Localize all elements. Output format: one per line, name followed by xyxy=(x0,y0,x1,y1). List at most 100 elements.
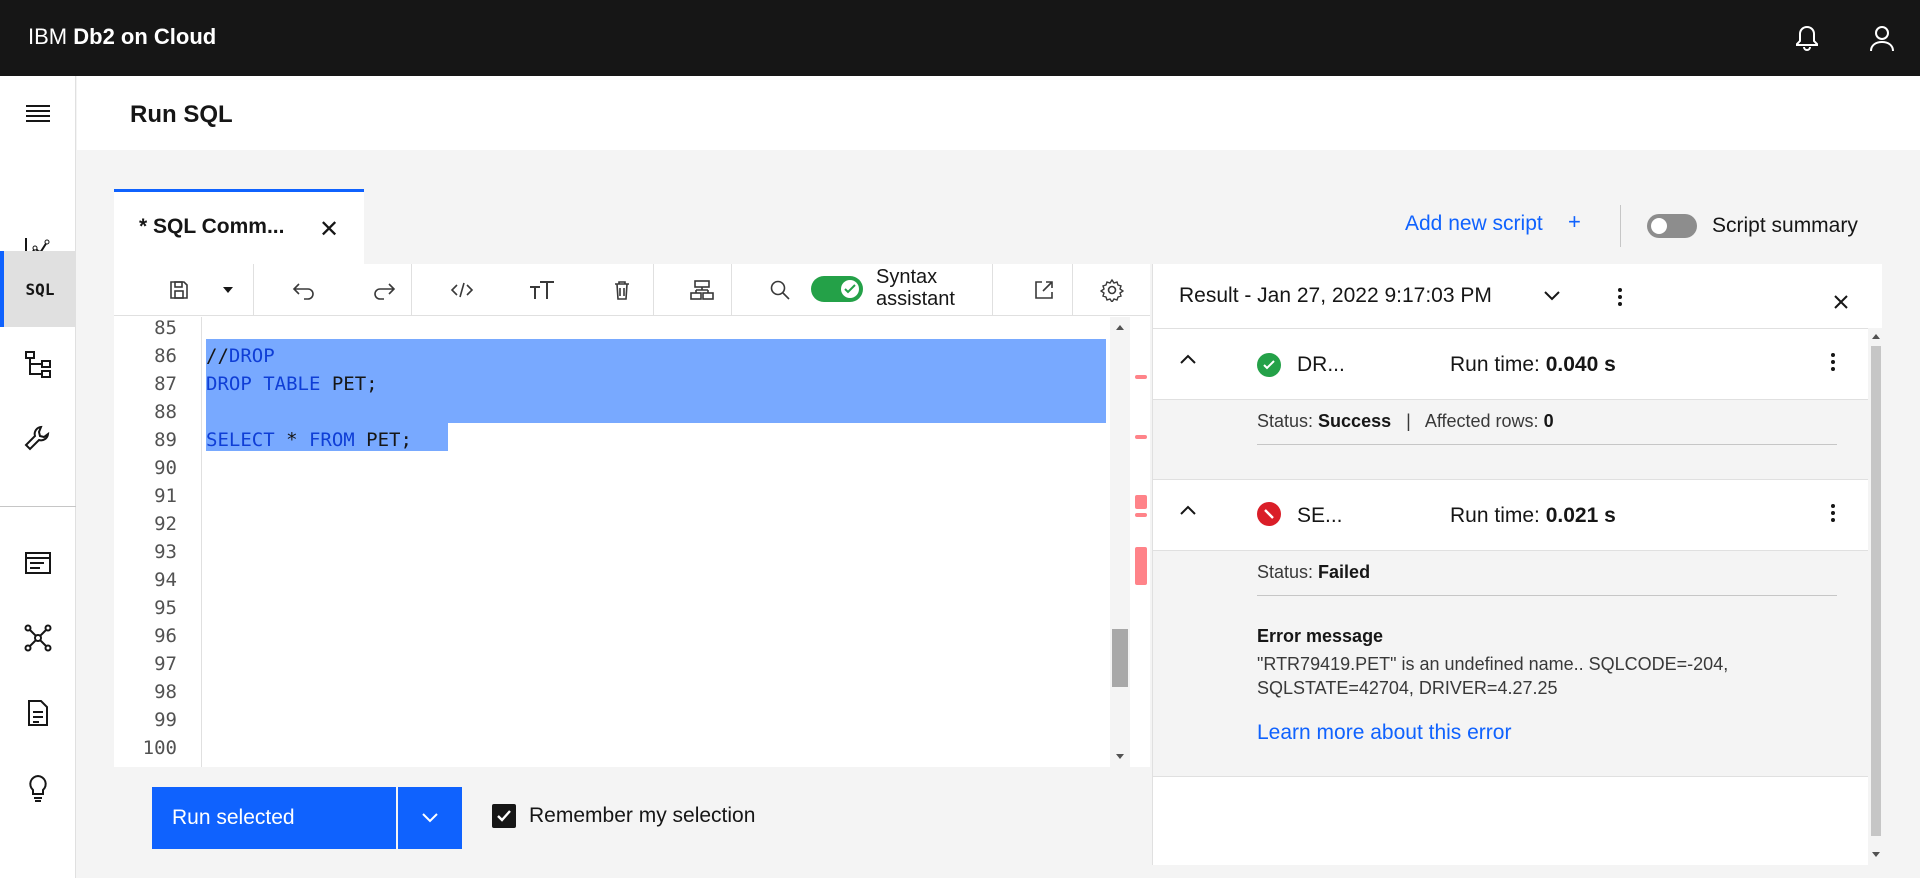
scroll-down-icon[interactable] xyxy=(1869,849,1883,861)
divider xyxy=(1257,444,1837,445)
syntax-assistant-toggle[interactable] xyxy=(811,276,863,302)
code-editor-area[interactable]: 85 86 87 88 89 90 91 92 93 94 95 96 97 9… xyxy=(114,317,1150,767)
run-time-value: 0.040 s xyxy=(1545,353,1616,376)
status-value: Failed xyxy=(1318,562,1371,582)
toolbar-separator xyxy=(731,264,732,316)
brand-title[interactable]: IBM Db2 on Cloud xyxy=(28,24,216,50)
line-number: 87 xyxy=(154,373,177,395)
result-item-header[interactable]: DR... Run time: 0.040 s xyxy=(1153,328,1868,400)
lightbulb-icon[interactable] xyxy=(0,751,76,825)
undo-icon[interactable] xyxy=(274,264,334,316)
status-label: Status: xyxy=(1257,562,1314,582)
save-icon[interactable] xyxy=(164,264,194,316)
success-check-icon xyxy=(1257,353,1281,377)
connection-icon[interactable] xyxy=(0,601,76,675)
script-summary-label: Script summary xyxy=(1712,214,1858,237)
close-icon[interactable]: ✕ xyxy=(314,214,344,244)
remember-selection-checkbox[interactable] xyxy=(492,804,516,828)
result-scrollbar-thumb[interactable] xyxy=(1871,346,1881,836)
error-message-title: Error message xyxy=(1257,626,1384,646)
toolbar-separator xyxy=(653,264,654,316)
code-text: PET; xyxy=(354,429,412,451)
close-icon[interactable] xyxy=(1833,294,1849,310)
divider xyxy=(1257,595,1837,596)
learn-more-link[interactable]: Learn more about this error xyxy=(1257,721,1511,745)
line-number-gutter: 85 86 87 88 89 90 91 92 93 94 95 96 97 9… xyxy=(114,317,202,767)
overflow-menu-icon[interactable] xyxy=(1616,286,1624,308)
run-bar: Run selected Remember my selection xyxy=(114,767,1150,865)
left-navigation: SQL xyxy=(0,76,76,878)
run-time-label: Run time: xyxy=(1450,353,1540,376)
statement-name: SE... xyxy=(1297,504,1343,527)
scroll-up-icon[interactable] xyxy=(1110,321,1130,333)
code-line: SELECT * FROM PET; xyxy=(206,429,412,451)
status-detail: Status: Failed xyxy=(1257,562,1370,583)
page-title: Run SQL xyxy=(130,101,233,128)
line-number: 95 xyxy=(154,597,177,619)
chevron-up-icon[interactable] xyxy=(1179,353,1197,365)
delete-icon[interactable] xyxy=(592,264,652,316)
code-comment: // xyxy=(206,345,229,367)
code-line: //DROP xyxy=(206,345,275,367)
tab-label: * SQL Comm... xyxy=(139,215,285,238)
error-marker xyxy=(1135,375,1147,379)
nav-divider xyxy=(0,506,76,507)
open-external-icon[interactable] xyxy=(1014,264,1074,316)
status-detail: Status: Success | Affected rows: 0 xyxy=(1257,411,1554,432)
line-number: 88 xyxy=(154,401,177,423)
schema-icon[interactable] xyxy=(672,264,732,316)
save-menu-chevron-icon[interactable] xyxy=(216,264,240,316)
remember-selection-label: Remember my selection xyxy=(529,804,756,827)
add-new-script-link[interactable]: Add new script xyxy=(1405,212,1543,236)
chevron-down-icon xyxy=(422,813,438,823)
result-title: Result - Jan 27, 2022 9:17:03 PM xyxy=(1179,284,1492,307)
line-number: 100 xyxy=(142,737,177,759)
editor-scrollbar[interactable] xyxy=(1110,317,1130,767)
syntax-label-line1: Syntax xyxy=(876,266,938,288)
user-icon[interactable] xyxy=(1866,22,1898,54)
tab-sql-commands[interactable]: * SQL Comm... ✕ xyxy=(114,189,364,264)
chevron-down-icon[interactable] xyxy=(1543,290,1561,302)
code-text: * xyxy=(274,429,309,451)
toolbar-separator xyxy=(253,264,254,316)
sidebar-item-sql[interactable]: SQL xyxy=(0,251,76,327)
error-marker xyxy=(1135,513,1147,517)
run-time-value: 0.021 s xyxy=(1545,504,1616,527)
overflow-menu-icon[interactable] xyxy=(1829,502,1837,524)
result-footer-space xyxy=(1153,776,1868,865)
menu-icon[interactable] xyxy=(0,76,76,150)
toolbar-separator xyxy=(1072,264,1073,316)
settings-icon[interactable] xyxy=(1082,264,1142,316)
toolbar-separator xyxy=(992,264,993,316)
run-options-dropdown[interactable] xyxy=(398,787,462,849)
brand-product: Db2 on Cloud xyxy=(73,24,217,49)
notification-icon[interactable] xyxy=(1791,22,1823,54)
chevron-up-icon[interactable] xyxy=(1179,504,1197,516)
syntax-label-line2: assistant xyxy=(876,288,955,310)
code-format-icon[interactable] xyxy=(432,264,492,316)
run-selected-button[interactable]: Run selected xyxy=(152,787,396,849)
overflow-menu-icon[interactable] xyxy=(1829,351,1837,373)
result-item-header[interactable]: SE... Run time: 0.021 s xyxy=(1153,479,1868,551)
syntax-assistant-label: Syntax assistant xyxy=(876,266,955,310)
add-icon[interactable]: + xyxy=(1568,209,1581,235)
script-summary-toggle[interactable] xyxy=(1647,214,1697,238)
scroll-up-icon[interactable] xyxy=(1869,330,1883,342)
search-icon[interactable] xyxy=(750,264,810,316)
line-number: 98 xyxy=(154,681,177,703)
status-value: Success xyxy=(1318,411,1392,431)
wrench-icon[interactable] xyxy=(0,401,76,475)
redo-icon[interactable] xyxy=(354,264,414,316)
error-circle-icon xyxy=(1257,502,1281,526)
catalog-icon[interactable] xyxy=(0,526,76,600)
scroll-down-icon[interactable] xyxy=(1110,751,1130,763)
text-size-icon[interactable] xyxy=(512,264,572,316)
error-message-text: "RTR79419.PET" is an undefined name.. SQ… xyxy=(1257,654,1729,698)
toolbar-separator xyxy=(411,264,412,316)
editor-toolbar: Syntax assistant xyxy=(114,264,1150,316)
result-list: DR... Run time: 0.040 s Status: Success … xyxy=(1153,328,1868,865)
data-tree-icon[interactable] xyxy=(0,327,76,401)
brand-ibm: IBM xyxy=(28,24,68,49)
document-icon[interactable] xyxy=(0,676,76,750)
editor-scrollbar-thumb[interactable] xyxy=(1112,629,1128,687)
